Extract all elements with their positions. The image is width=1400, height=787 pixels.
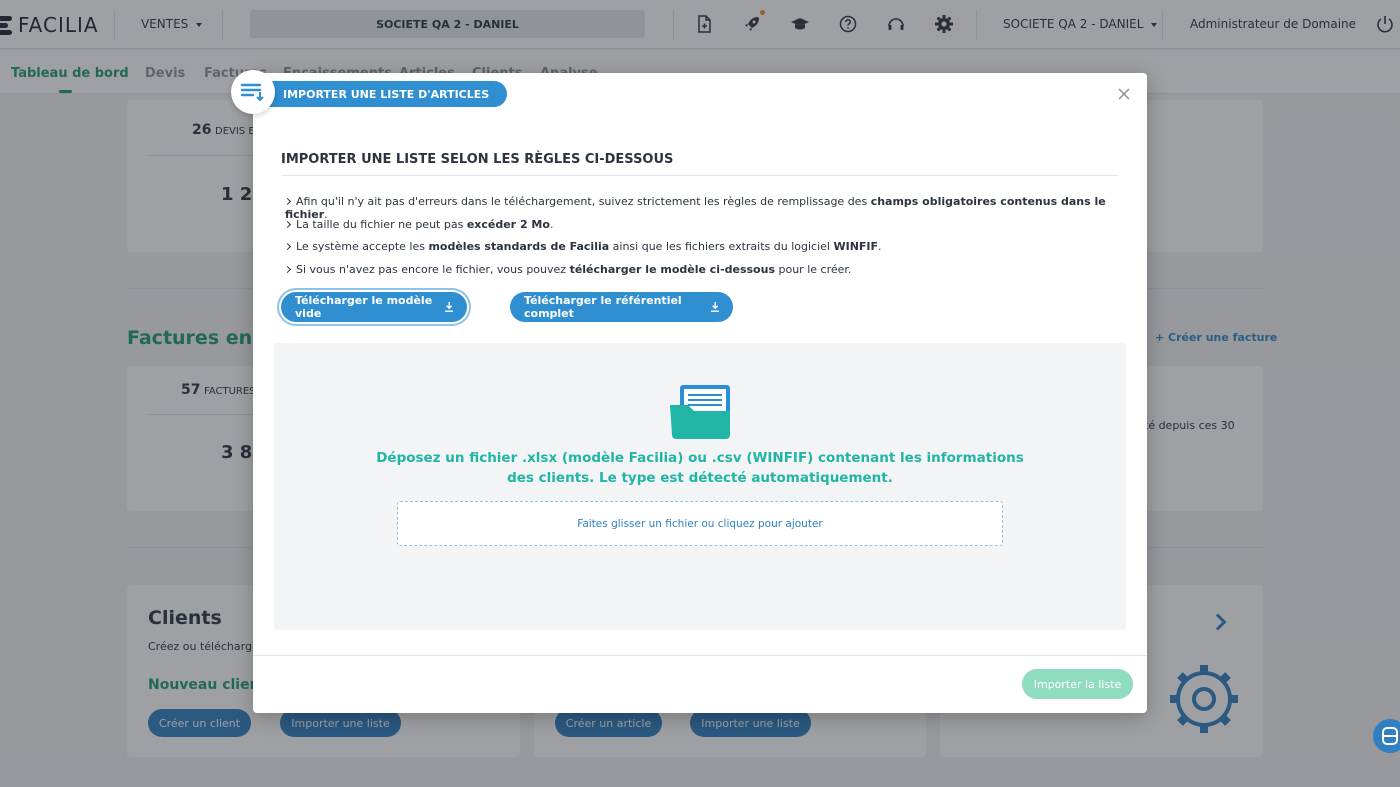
rule-text: ainsi que les fichiers extraits du logic… xyxy=(609,240,834,253)
download-full-referential-button[interactable]: Télécharger le référentiel complet xyxy=(510,292,733,322)
download-icon xyxy=(710,301,719,312)
rule-text: Le système accepte les xyxy=(296,240,429,253)
import-list-button[interactable]: Importer la liste xyxy=(1022,669,1133,699)
folder-file-icon xyxy=(670,385,730,439)
rule-text: pour le créer. xyxy=(775,263,852,276)
rule-bold: WINFIF xyxy=(833,240,879,253)
rule-3: Le système accepte les modèles standards… xyxy=(283,240,882,253)
chat-bot-button[interactable] xyxy=(1373,719,1400,753)
file-dropzone[interactable]: Déposez un fichier .xlsx (modèle Facilia… xyxy=(274,343,1126,630)
modal-heading: IMPORTER UNE LISTE SELON LES RÈGLES CI-D… xyxy=(281,152,674,167)
divider xyxy=(253,655,1147,656)
modal-title: IMPORTER UNE LISTE D'ARTICLES xyxy=(283,87,490,101)
divider xyxy=(281,175,1119,176)
rule-text: Si vous n'avez pas encore le fichier, vo… xyxy=(296,263,570,276)
download-empty-template-button[interactable]: Télécharger le modèle vide xyxy=(281,292,467,322)
dropzone-instructions: Déposez un fichier .xlsx (modèle Facilia… xyxy=(274,448,1126,488)
file-drop-target[interactable]: Faites glisser un fichier ou cliquez pou… xyxy=(397,501,1003,546)
rule-text: . xyxy=(878,240,882,253)
close-icon[interactable] xyxy=(1117,87,1131,101)
chevron-right-icon xyxy=(283,197,292,206)
rule-text: La taille du fichier ne peut pas xyxy=(296,218,467,231)
list-import-icon xyxy=(231,70,275,114)
download-empty-label: Télécharger le modèle vide xyxy=(295,294,433,320)
rule-text: Afin qu'il n'y ait pas d'erreurs dans le… xyxy=(296,195,871,208)
chevron-right-icon xyxy=(283,220,292,229)
download-full-label: Télécharger le référentiel complet xyxy=(524,294,682,320)
chevron-right-icon xyxy=(283,265,292,274)
dropzone-line-1: Déposez un fichier .xlsx (modèle Facilia… xyxy=(376,450,1024,466)
rule-2: La taille du fichier ne peut pas excéder… xyxy=(283,218,554,231)
dropzone-line-2: des clients. Le type est détecté automat… xyxy=(507,470,893,486)
rule-text: . xyxy=(549,218,554,231)
chevron-right-icon xyxy=(283,242,292,251)
import-modal: IMPORTER UNE LISTE D'ARTICLES IMPORTER U… xyxy=(231,70,1147,713)
rule-bold: télécharger le modèle ci-dessous xyxy=(569,263,775,276)
rule-4: Si vous n'avez pas encore le fichier, vo… xyxy=(283,263,852,276)
download-icon xyxy=(444,301,453,312)
rule-bold: excéder 2 Mo xyxy=(466,218,550,231)
rule-bold: modèles standards de Facilia xyxy=(428,240,610,253)
